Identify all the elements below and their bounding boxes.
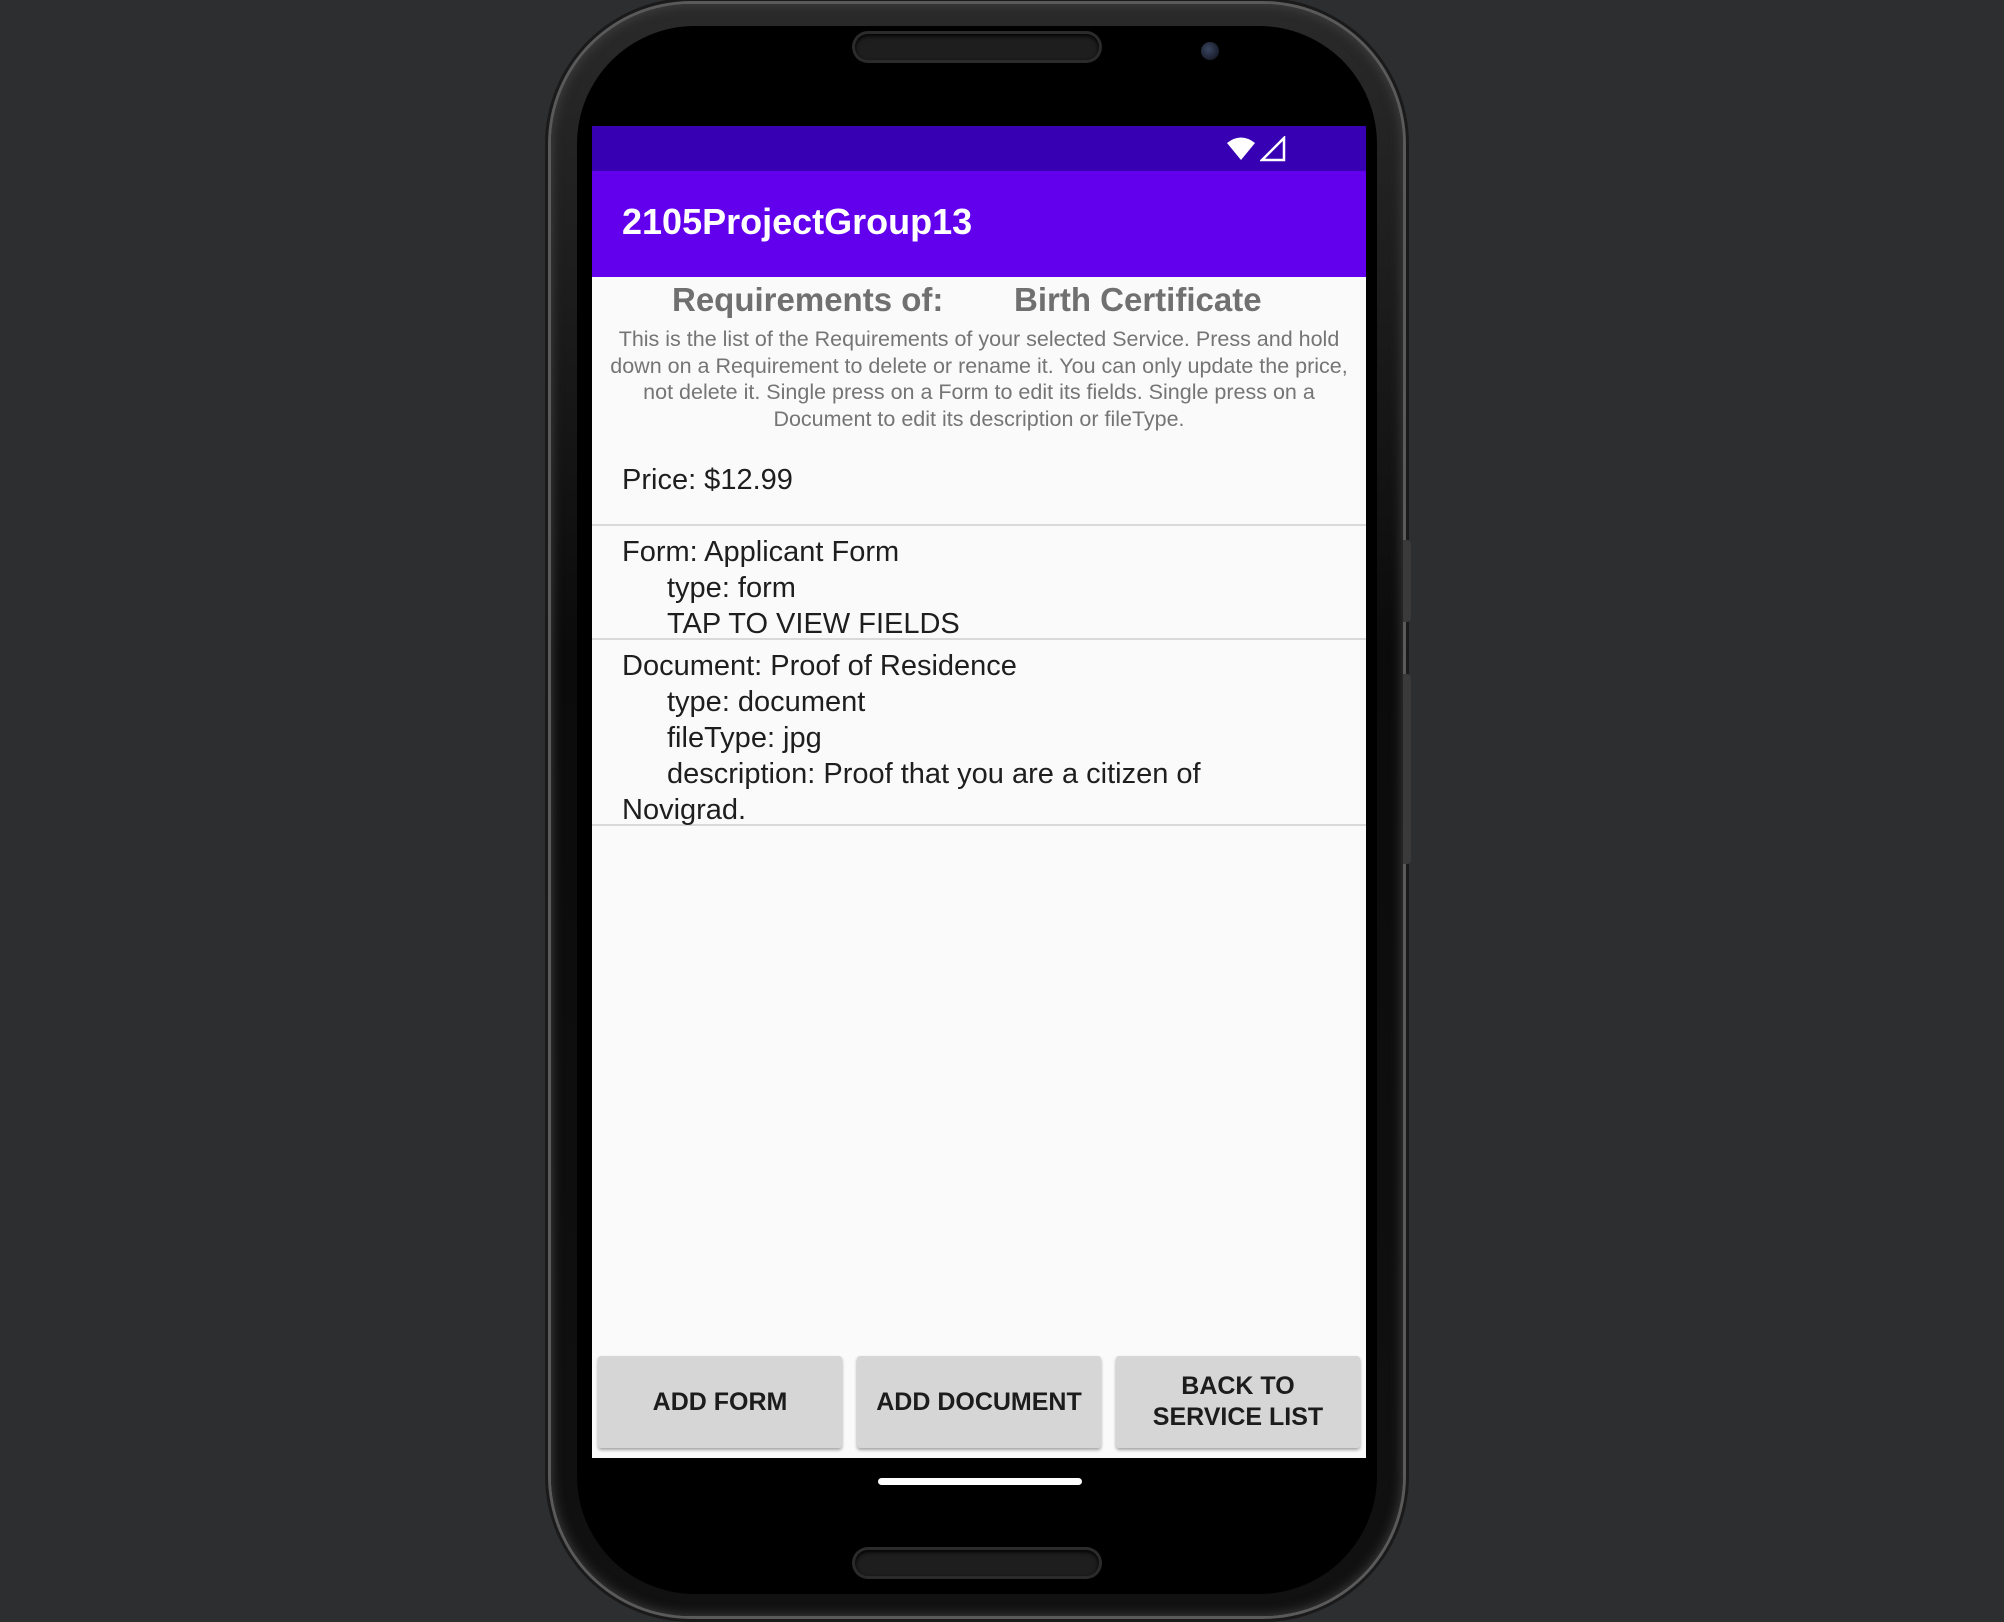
- add-form-label: ADD FORM: [652, 1387, 788, 1416]
- front-camera: [1201, 42, 1219, 60]
- action-buttons: ADD FORM ADD DOCUMENT BACK TO SERVICE LI…: [598, 1356, 1360, 1450]
- add-document-label: ADD DOCUMENT: [876, 1387, 1082, 1416]
- app-title: 2105ProjectGroup13: [622, 201, 973, 242]
- form-action: TAP TO VIEW FIELDS: [667, 608, 960, 640]
- document-file-type: fileType: jpg: [667, 722, 822, 754]
- document-type: type: document: [667, 686, 866, 718]
- document-description-cont: Novigrad.: [622, 794, 747, 826]
- app-bar: 2105ProjectGroup13: [592, 171, 1366, 277]
- document-name: Document: Proof of Residence: [622, 650, 1017, 682]
- top-speaker: [855, 34, 1099, 60]
- form-name: Form: Applicant Form: [622, 536, 900, 568]
- instructions-text: This is the list of the Requirements of …: [610, 327, 1348, 431]
- home-indicator[interactable]: [878, 1478, 1082, 1485]
- cellular-signal-icon: [1258, 134, 1286, 167]
- list-item-price[interactable]: Price: $12.99: [592, 426, 1366, 526]
- requirements-header: Requirements of: Birth Certificate: [592, 281, 1366, 325]
- document-description: description: Proof that you are a citize…: [667, 758, 1201, 790]
- wifi-icon: [1226, 136, 1256, 167]
- add-form-button[interactable]: ADD FORM: [598, 1356, 842, 1448]
- price-text: Price: $12.99: [622, 464, 793, 496]
- status-bar: [592, 126, 1366, 171]
- list-item-document[interactable]: Document: Proof of Residence type: docum…: [592, 640, 1366, 826]
- volume-button: [1403, 540, 1411, 622]
- add-document-button[interactable]: ADD DOCUMENT: [857, 1356, 1101, 1448]
- list-item-form[interactable]: Form: Applicant Form type: form TAP TO V…: [592, 526, 1366, 640]
- form-type: type: form: [667, 572, 796, 604]
- bottom-speaker: [855, 1550, 1099, 1576]
- service-name: Birth Certificate: [1014, 281, 1262, 318]
- power-button: [1403, 674, 1411, 864]
- requirements-label: Requirements of:: [672, 281, 944, 318]
- app-screen: 2105ProjectGroup13 Requirements of: Birt…: [592, 126, 1366, 1458]
- back-to-service-list-label: BACK TO SERVICE LIST: [1153, 1371, 1323, 1433]
- back-to-service-list-button[interactable]: BACK TO SERVICE LIST: [1116, 1356, 1360, 1448]
- back-label-line2: SERVICE LIST: [1152, 1403, 1324, 1431]
- navigation-bar: [592, 1458, 1366, 1502]
- back-label-line1: BACK TO: [1181, 1372, 1295, 1400]
- requirements-list: Price: $12.99 Form: Applicant Form type:…: [592, 426, 1366, 826]
